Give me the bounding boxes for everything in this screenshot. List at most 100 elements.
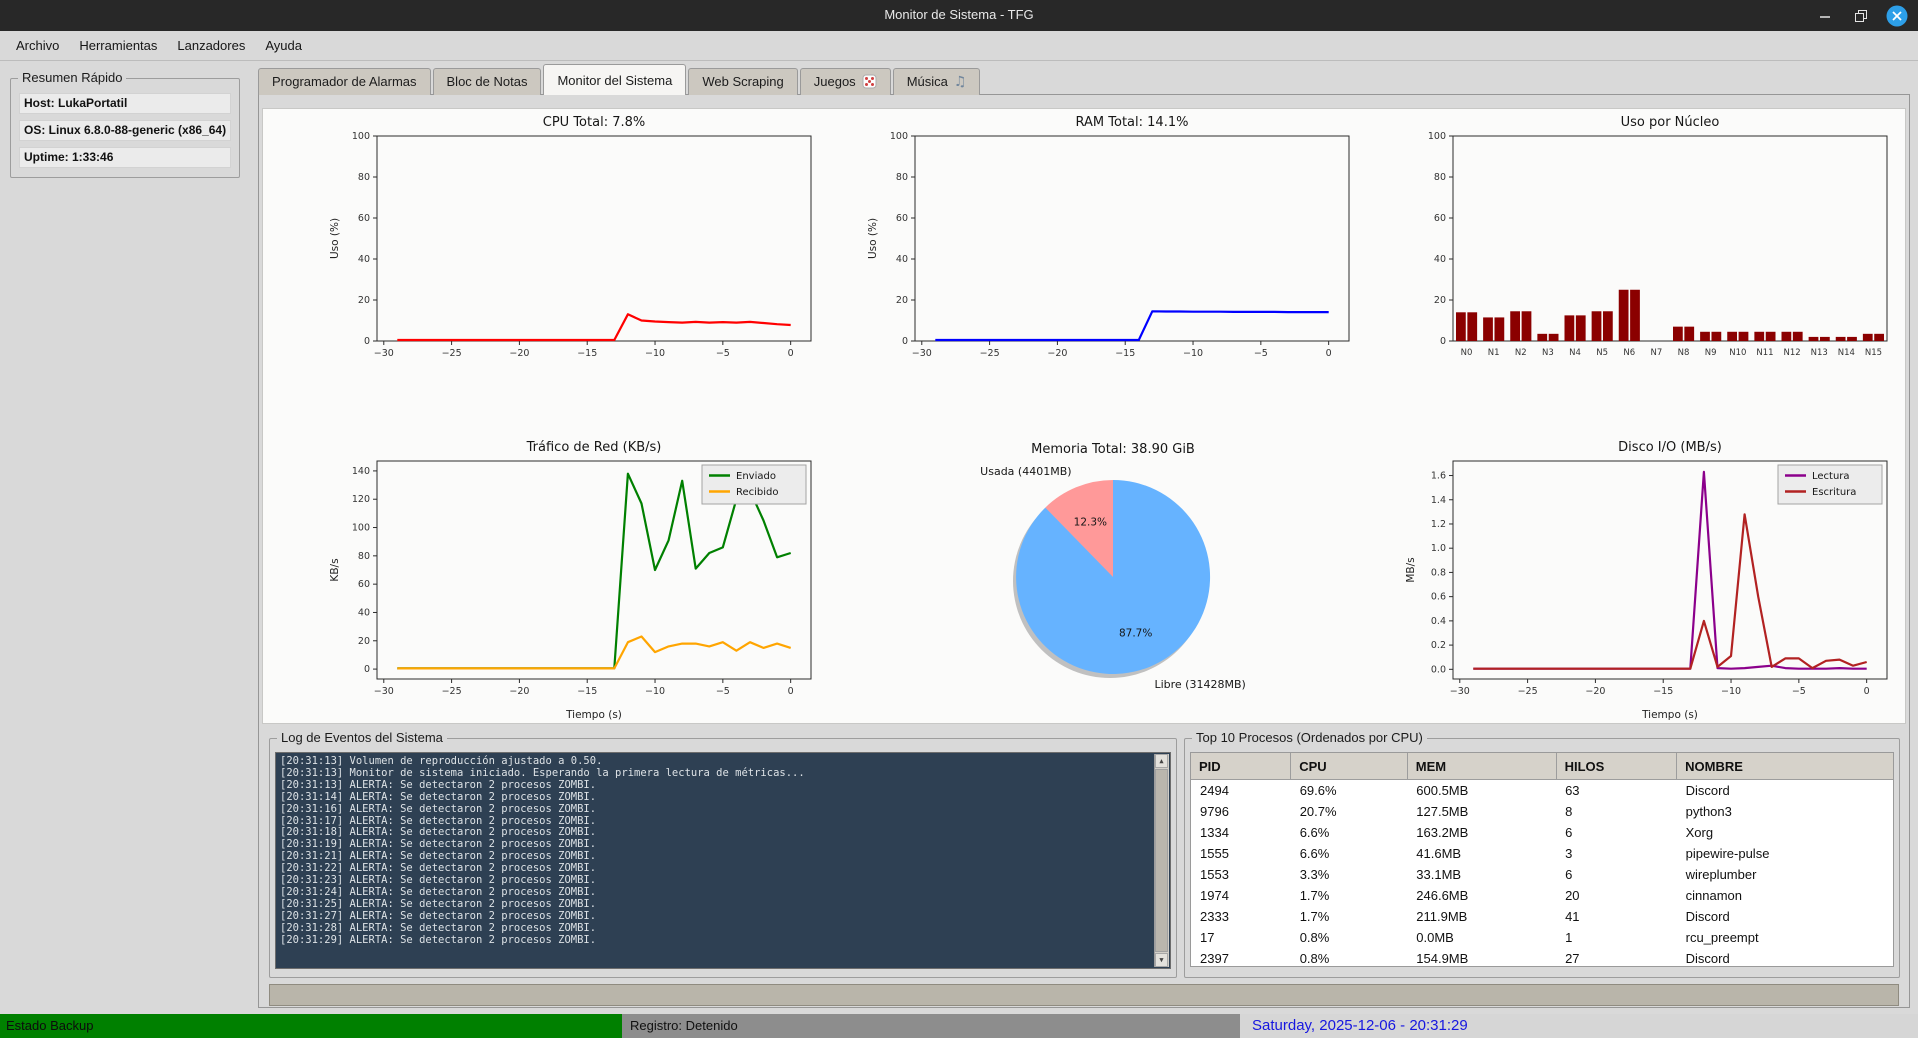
quick-summary-title: Resumen Rápido bbox=[18, 70, 126, 85]
svg-text:N14: N14 bbox=[1838, 348, 1855, 358]
svg-text:−20: −20 bbox=[1585, 686, 1605, 697]
log-line: [20:31:27] ALERTA: Se detectaron 2 proce… bbox=[280, 911, 1150, 923]
svg-text:Enviado: Enviado bbox=[736, 471, 776, 482]
process-table: PIDCPUMEMHILOSNOMBRE249469.6%600.5MB63Di… bbox=[1191, 753, 1893, 967]
svg-text:−10: −10 bbox=[1721, 686, 1741, 697]
table-row[interactable]: 15556.6%41.6MB3pipewire-pulse bbox=[1191, 843, 1893, 864]
svg-text:N2: N2 bbox=[1515, 348, 1527, 358]
tab-label: Web Scraping bbox=[702, 74, 783, 89]
svg-text:−5: −5 bbox=[1254, 348, 1268, 359]
scrollbar-thumb[interactable] bbox=[1155, 769, 1168, 952]
column-header-mem[interactable]: MEM bbox=[1407, 753, 1556, 780]
tab-bloc-de-notas[interactable]: Bloc de Notas bbox=[433, 68, 542, 95]
menubar: ArchivoHerramientasLanzadoresAyuda bbox=[0, 31, 1918, 61]
svg-text:−20: −20 bbox=[509, 348, 529, 359]
table-cell: 20 bbox=[1556, 885, 1677, 906]
tab-label: Juegos bbox=[814, 74, 856, 89]
svg-text:0: 0 bbox=[1440, 336, 1446, 347]
menu-ayuda[interactable]: Ayuda bbox=[255, 33, 312, 58]
table-row[interactable]: 23970.8%154.9MB27Discord bbox=[1191, 948, 1893, 967]
tab-música[interactable]: Música♫ bbox=[893, 68, 981, 95]
svg-text:80: 80 bbox=[1434, 172, 1446, 183]
column-header-cpu[interactable]: CPU bbox=[1291, 753, 1408, 780]
table-cell: 0.0MB bbox=[1407, 927, 1556, 948]
tab-programador-de-alarmas[interactable]: Programador de Alarmas bbox=[258, 68, 431, 95]
table-cell: cinnamon bbox=[1677, 885, 1893, 906]
svg-text:−10: −10 bbox=[645, 348, 665, 359]
tab-label: Monitor del Sistema bbox=[557, 73, 672, 88]
menu-lanzadores[interactable]: Lanzadores bbox=[167, 33, 255, 58]
progress-bar-empty bbox=[269, 984, 1899, 1006]
svg-text:Lectura: Lectura bbox=[1812, 471, 1850, 482]
music-note-icon: ♫ bbox=[954, 77, 967, 87]
statusbar: Estado Backup Registro: Detenido Saturda… bbox=[0, 1014, 1918, 1038]
table-row[interactable]: 23331.7%211.9MB41Discord bbox=[1191, 906, 1893, 927]
top-processes-title: Top 10 Procesos (Ordenados por CPU) bbox=[1192, 730, 1427, 745]
minimize-button[interactable] bbox=[1814, 5, 1836, 27]
svg-text:KB/s: KB/s bbox=[329, 558, 341, 581]
svg-text:−30: −30 bbox=[374, 348, 394, 359]
column-header-nombre[interactable]: NOMBRE bbox=[1677, 753, 1893, 780]
tab-web-scraping[interactable]: Web Scraping bbox=[688, 68, 797, 95]
column-header-pid[interactable]: PID bbox=[1191, 753, 1291, 780]
svg-text:100: 100 bbox=[352, 523, 370, 534]
svg-text:−15: −15 bbox=[1115, 348, 1135, 359]
svg-text:0: 0 bbox=[1326, 348, 1332, 359]
tab-juegos[interactable]: Juegos bbox=[800, 68, 891, 95]
svg-text:20: 20 bbox=[1434, 295, 1446, 306]
table-row[interactable]: 170.8%0.0MB1rcu_preempt bbox=[1191, 927, 1893, 948]
table-cell: Xorg bbox=[1677, 822, 1893, 843]
menu-herramientas[interactable]: Herramientas bbox=[69, 33, 167, 58]
svg-text:CPU Total: 7.8%: CPU Total: 7.8% bbox=[543, 115, 645, 130]
svg-text:0: 0 bbox=[1864, 686, 1870, 697]
log-line: [20:31:13] ALERTA: Se detectaron 2 proce… bbox=[280, 780, 1150, 792]
svg-text:40: 40 bbox=[896, 254, 908, 265]
svg-text:80: 80 bbox=[358, 551, 370, 562]
table-cell: 127.5MB bbox=[1407, 801, 1556, 822]
svg-text:Recibido: Recibido bbox=[736, 487, 779, 498]
svg-text:MB/s: MB/s bbox=[1405, 557, 1417, 582]
svg-text:Uso (%): Uso (%) bbox=[867, 218, 879, 259]
close-button[interactable] bbox=[1886, 5, 1908, 27]
ram-total-chart: RAM Total: 14.1%Uso (%)020406080100−30−2… bbox=[863, 112, 1363, 372]
svg-text:0: 0 bbox=[788, 686, 794, 697]
process-table-wrap: PIDCPUMEMHILOSNOMBRE249469.6%600.5MB63Di… bbox=[1190, 752, 1894, 967]
menu-archivo[interactable]: Archivo bbox=[6, 33, 69, 58]
event-log-terminal[interactable]: ▲ ▼ [20:31:13] Volumen de reproducción a… bbox=[275, 752, 1171, 969]
column-header-hilos[interactable]: HILOS bbox=[1556, 753, 1677, 780]
window-controls bbox=[1814, 4, 1908, 28]
scroll-down-icon[interactable]: ▼ bbox=[1155, 953, 1168, 967]
table-row[interactable]: 13346.6%163.2MB6Xorg bbox=[1191, 822, 1893, 843]
log-scrollbar[interactable]: ▲ ▼ bbox=[1154, 754, 1169, 967]
svg-text:N11: N11 bbox=[1756, 348, 1773, 358]
registro-status: Registro: Detenido bbox=[622, 1014, 1240, 1038]
svg-text:−10: −10 bbox=[645, 686, 665, 697]
svg-text:−20: −20 bbox=[1047, 348, 1067, 359]
svg-text:100: 100 bbox=[352, 131, 370, 142]
restore-button[interactable] bbox=[1850, 5, 1872, 27]
scroll-up-icon[interactable]: ▲ bbox=[1155, 754, 1168, 768]
table-cell: python3 bbox=[1677, 801, 1893, 822]
svg-text:N7: N7 bbox=[1651, 348, 1663, 358]
table-cell: 2333 bbox=[1191, 906, 1291, 927]
svg-text:Tráfico de Red (KB/s): Tráfico de Red (KB/s) bbox=[526, 440, 662, 455]
tab-monitor-del-sistema[interactable]: Monitor del Sistema bbox=[543, 64, 686, 95]
table-row[interactable]: 249469.6%600.5MB63Discord bbox=[1191, 780, 1893, 802]
svg-text:Uso (%): Uso (%) bbox=[329, 218, 341, 259]
table-cell: 63 bbox=[1556, 780, 1677, 802]
svg-text:N13: N13 bbox=[1811, 348, 1828, 358]
svg-text:1.4: 1.4 bbox=[1431, 495, 1446, 506]
svg-text:1.2: 1.2 bbox=[1431, 519, 1446, 530]
table-row[interactable]: 979620.7%127.5MB8python3 bbox=[1191, 801, 1893, 822]
svg-text:−15: −15 bbox=[577, 686, 597, 697]
svg-text:20: 20 bbox=[896, 295, 908, 306]
table-cell: 1553 bbox=[1191, 864, 1291, 885]
svg-text:80: 80 bbox=[358, 172, 370, 183]
table-cell: 33.1MB bbox=[1407, 864, 1556, 885]
svg-text:RAM Total: 14.1%: RAM Total: 14.1% bbox=[1076, 115, 1189, 130]
log-line: [20:31:14] ALERTA: Se detectaron 2 proce… bbox=[280, 792, 1150, 804]
svg-text:−15: −15 bbox=[1653, 686, 1673, 697]
table-row[interactable]: 19741.7%246.6MB20cinnamon bbox=[1191, 885, 1893, 906]
table-cell: 3.3% bbox=[1291, 864, 1408, 885]
table-row[interactable]: 15533.3%33.1MB6wireplumber bbox=[1191, 864, 1893, 885]
